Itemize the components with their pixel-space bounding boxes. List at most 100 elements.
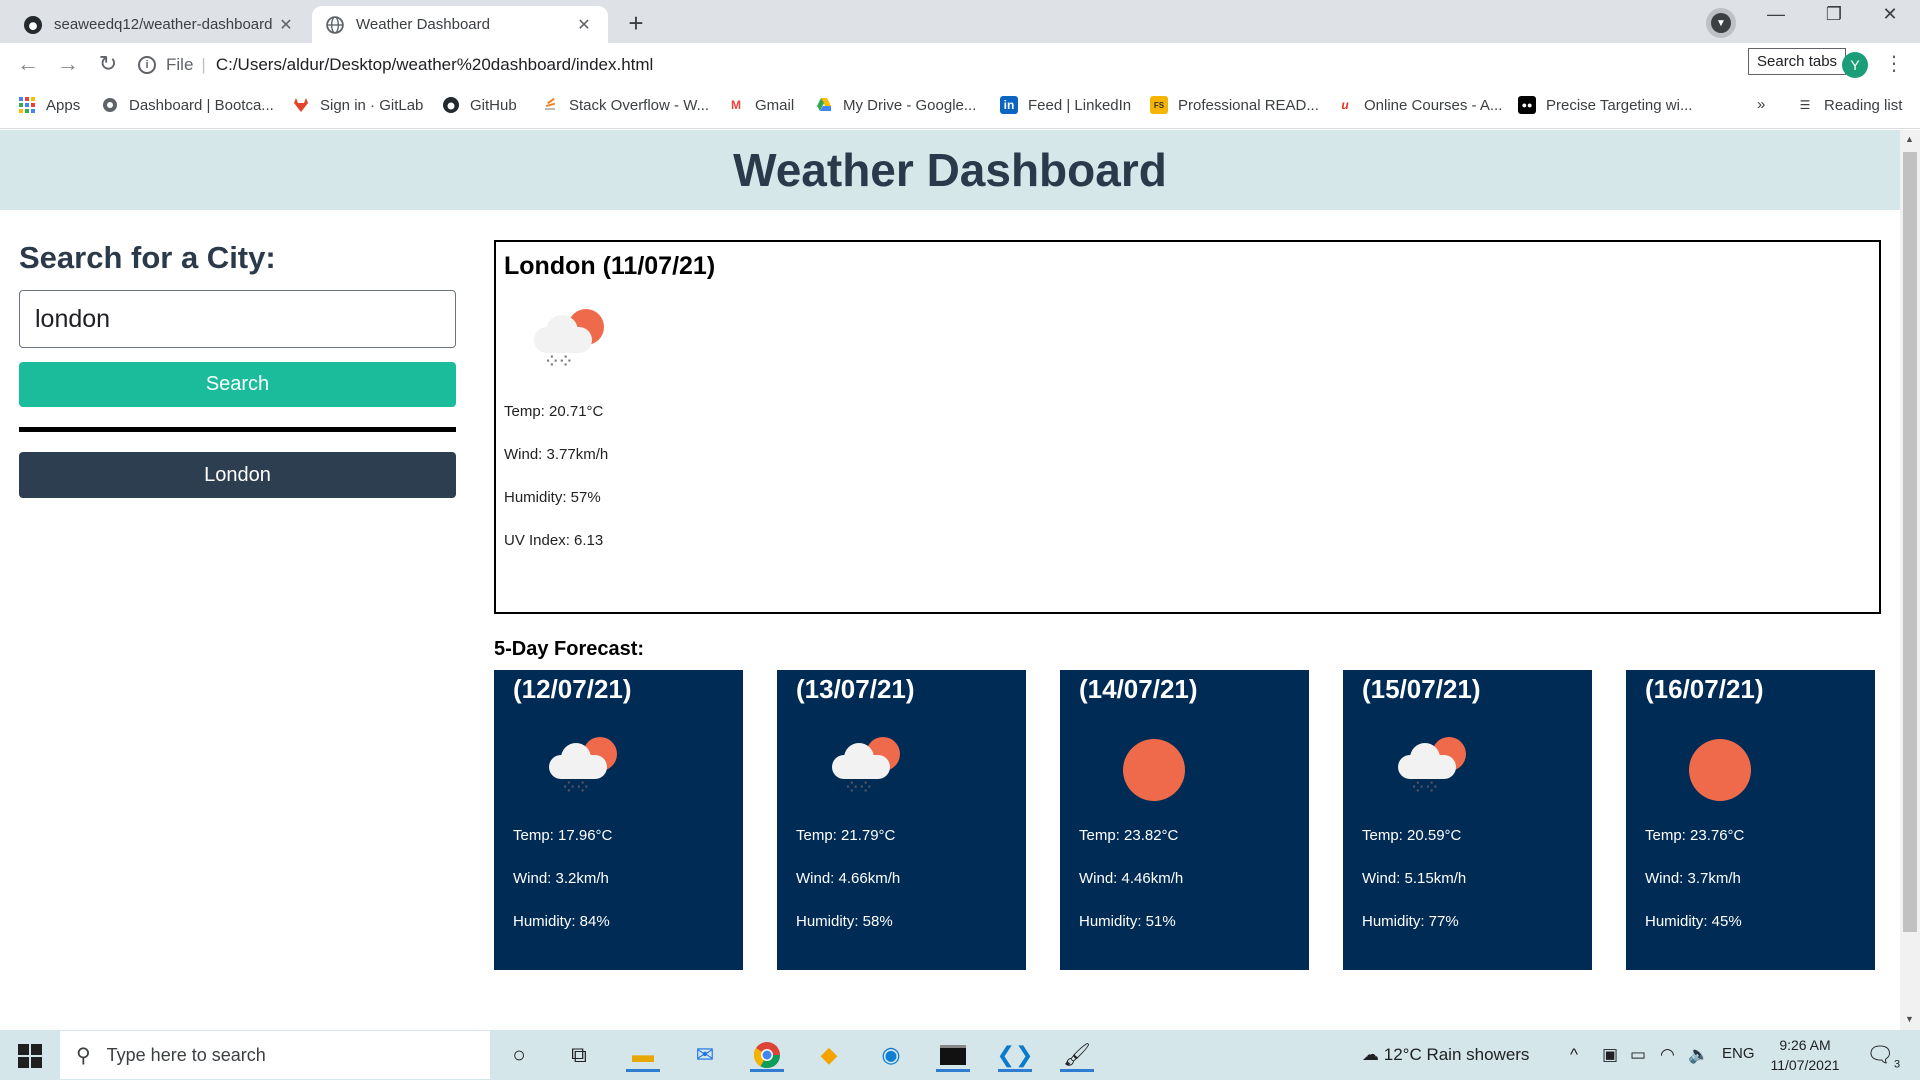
bookmark-apps[interactable]: Apps: [18, 96, 80, 114]
bookmark-precise-targeting[interactable]: ●● Precise Targeting wi...: [1518, 96, 1692, 114]
bookmark-github[interactable]: GitHub: [442, 96, 517, 114]
reading-list-button[interactable]: ☰ Reading list: [1796, 96, 1903, 114]
city-search-input[interactable]: [19, 290, 456, 348]
bookmarks-bar: Apps Dashboard | Bootca... Sign in · Git…: [0, 86, 1920, 129]
search-button[interactable]: Search: [19, 362, 456, 407]
taskbar-search-placeholder: Type here to search: [106, 1044, 266, 1065]
close-tab-icon[interactable]: ✕: [574, 15, 594, 35]
tab-github[interactable]: seaweedq12/weather-dashboard ✕: [10, 6, 310, 43]
forecast-date: (12/07/21): [513, 674, 632, 704]
forward-arrow-icon[interactable]: →: [54, 51, 82, 77]
vscode-icon[interactable]: ❮❯: [997, 1038, 1033, 1072]
clock-time: 9:26 AM: [1779, 1037, 1831, 1053]
rain-cloud-sun-icon: ⁘⁘: [524, 301, 614, 391]
search-tabs-tooltip: Search tabs: [1748, 48, 1847, 75]
scrollbar-thumb[interactable]: [1903, 152, 1917, 932]
current-uv-index: UV Index: 6.13: [504, 532, 604, 549]
wifi-icon[interactable]: ◠: [1660, 1045, 1675, 1065]
bookmark-label: Apps: [46, 96, 81, 114]
bookmark-professional-read[interactable]: FS Professional READ...: [1150, 96, 1319, 114]
rain-cloud-icon: ☁: [1362, 1045, 1379, 1064]
forecast-card: (12/07/21) ⁘⁘ Temp: 17.96°C Wind: 3.2km/…: [494, 670, 743, 970]
bookmark-google-drive[interactable]: My Drive - Google...: [815, 96, 976, 114]
chrome-icon[interactable]: [750, 1038, 784, 1072]
tab-search-button[interactable]: ▼: [1706, 8, 1736, 38]
forecast-humidity: Humidity: 84%: [513, 913, 610, 930]
gitkraken-icon[interactable]: ◆: [812, 1038, 846, 1072]
bookmark-label: My Drive - Google...: [843, 96, 977, 114]
meet-now-icon[interactable]: ▣: [1602, 1045, 1618, 1065]
mail-icon[interactable]: ✉: [688, 1038, 722, 1072]
forecast-card: (16/07/21) Temp: 23.76°C Wind: 3.7km/h H…: [1626, 670, 1875, 970]
new-tab-button[interactable]: +: [622, 8, 650, 39]
page-scrollbar[interactable]: ▲ ▼: [1900, 130, 1920, 1030]
bookmark-label: Online Courses - A...: [1364, 96, 1503, 114]
github-icon: [24, 15, 42, 34]
current-temp: Temp: 20.71°C: [504, 403, 604, 420]
windows-start-icon[interactable]: [18, 1044, 42, 1068]
linkedin-icon: in: [1000, 96, 1018, 114]
notification-center-icon[interactable]: 🗨3: [1866, 1042, 1900, 1070]
medium-icon: ●●: [1518, 96, 1536, 114]
edge-icon[interactable]: ◉: [874, 1038, 908, 1072]
task-view-icon[interactable]: ⧉: [562, 1038, 596, 1072]
file-explorer-icon[interactable]: ▬: [626, 1038, 660, 1072]
bookmark-udemy[interactable]: u Online Courses - A...: [1336, 96, 1502, 114]
scroll-down-icon[interactable]: ▼: [1905, 1014, 1914, 1024]
back-arrow-icon[interactable]: ←: [14, 51, 42, 77]
browser-toolbar: ← → ↻ i File | C:/Users/aldur/Desktop/we…: [0, 43, 1920, 86]
bookmark-bootcamp[interactable]: Dashboard | Bootca...: [101, 96, 274, 114]
battery-icon[interactable]: ▭: [1630, 1045, 1646, 1065]
restore-icon[interactable]: ❐: [1814, 4, 1854, 25]
url-text[interactable]: C:/Users/aldur/Desktop/weather%20dashboa…: [216, 55, 654, 75]
weather-widget[interactable]: ☁ 12°C Rain showers: [1362, 1045, 1529, 1065]
language-indicator[interactable]: ENG: [1722, 1045, 1755, 1062]
stackoverflow-icon: [541, 96, 559, 114]
rain-cloud-sun-icon: ⁘⁘: [822, 725, 912, 815]
bookmark-linkedin[interactable]: in Feed | LinkedIn: [1000, 96, 1131, 114]
gmail-icon: M: [731, 98, 741, 112]
terminal-icon[interactable]: [936, 1038, 970, 1072]
forecast-date: (14/07/21): [1079, 674, 1198, 704]
reading-list-icon: ☰: [1799, 98, 1811, 112]
windows-taskbar: ⚲ Type here to search ○ ⧉ ▬ ✉ ◆ ◉ ❮❯ 🖌 ☁…: [0, 1030, 1920, 1080]
bookmark-gmail[interactable]: M Gmail: [727, 96, 794, 114]
menu-kebab-icon[interactable]: ⋮: [1884, 51, 1904, 76]
forecast-heading: 5-Day Forecast:: [494, 638, 645, 660]
forecast-wind: Wind: 3.7km/h: [1645, 870, 1741, 887]
close-tab-icon[interactable]: ✕: [276, 15, 296, 35]
show-hidden-icons-icon[interactable]: ^: [1570, 1045, 1578, 1065]
volume-icon[interactable]: 🔈: [1688, 1045, 1709, 1065]
profile-avatar[interactable]: Y: [1842, 52, 1868, 78]
search-sidebar: Search for a City: Search London: [19, 240, 456, 498]
forecast-humidity: Humidity: 45%: [1645, 913, 1742, 930]
bookmark-gitlab[interactable]: Sign in · GitLab: [292, 96, 423, 114]
reload-icon[interactable]: ↻: [94, 51, 122, 77]
forecast-temp: Temp: 17.96°C: [513, 827, 613, 844]
scroll-up-icon[interactable]: ▲: [1905, 134, 1914, 144]
tab-strip: seaweedq12/weather-dashboard ✕ Weather D…: [0, 0, 1920, 43]
bookmark-stackoverflow[interactable]: Stack Overflow - W...: [541, 96, 709, 114]
info-icon[interactable]: i: [138, 55, 156, 74]
forecast-date: (15/07/21): [1362, 674, 1481, 704]
cortana-icon[interactable]: ○: [502, 1038, 536, 1072]
notification-count: 3: [1893, 1058, 1901, 1071]
tab-title: Weather Dashboard: [356, 16, 490, 33]
bookmark-label: Feed | LinkedIn: [1028, 96, 1132, 114]
tab-weather-dashboard[interactable]: Weather Dashboard ✕: [312, 6, 608, 43]
forecast-date: (16/07/21): [1645, 674, 1764, 704]
address-bar[interactable]: i File | C:/Users/aldur/Desktop/weather%…: [138, 48, 1738, 81]
forecast-card: (13/07/21) ⁘⁘ Temp: 21.79°C Wind: 4.66km…: [777, 670, 1026, 970]
current-wind: Wind: 3.77km/h: [504, 446, 609, 463]
forecast-temp: Temp: 21.79°C: [796, 827, 896, 844]
forecast-card: (14/07/21) Temp: 23.82°C Wind: 4.46km/h …: [1060, 670, 1309, 970]
bookmarks-overflow-button[interactable]: »: [1757, 96, 1765, 113]
forecast-humidity: Humidity: 51%: [1079, 913, 1176, 930]
page-header: Weather Dashboard: [0, 130, 1900, 210]
taskbar-clock[interactable]: 9:26 AM 11/07/2021: [1760, 1035, 1850, 1075]
close-window-icon[interactable]: ✕: [1870, 4, 1910, 25]
taskbar-search-box[interactable]: ⚲ Type here to search: [60, 1031, 490, 1079]
history-city-button[interactable]: London: [19, 452, 456, 498]
minimize-icon[interactable]: —: [1756, 4, 1796, 25]
paint-icon[interactable]: 🖌: [1060, 1038, 1094, 1072]
